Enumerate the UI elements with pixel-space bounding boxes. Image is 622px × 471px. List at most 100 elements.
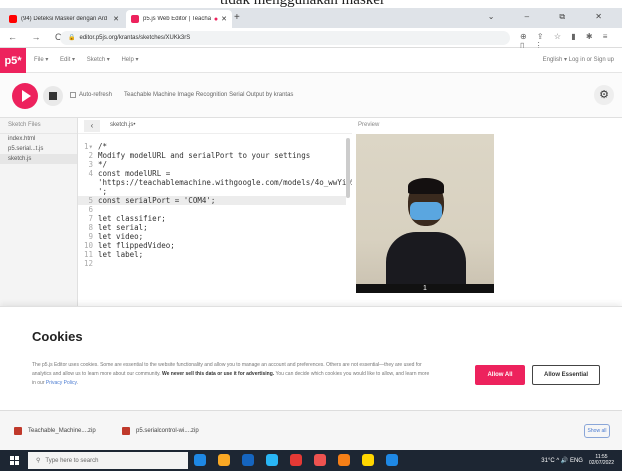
cookie-title: Cookies	[32, 329, 83, 344]
p5-nav: p5* File ▾ Edit ▾ Sketch ▾ Help ▾ Englis…	[0, 48, 622, 73]
code-line[interactable]: 5 const serialPort = 'COM4';	[78, 196, 346, 205]
menu-edit[interactable]: Edit ▾	[60, 57, 75, 63]
top-caption: tidak menggunakan masker	[0, 0, 622, 8]
show-all-button[interactable]: Show all	[584, 424, 610, 438]
auto-refresh-toggle[interactable]: Auto-refresh	[70, 92, 112, 98]
code-line[interactable]: 1▾ /*	[78, 142, 346, 151]
close-icon[interactable]: ✕	[113, 15, 119, 23]
code-text: /*	[98, 142, 108, 151]
file-item[interactable]: index.html	[0, 134, 77, 144]
windows-start-icon[interactable]	[10, 456, 19, 465]
code-line[interactable]: 12	[78, 259, 346, 268]
preview-header: Preview	[358, 122, 380, 128]
file-item[interactable]: p5.serial...t.js	[0, 144, 77, 154]
editor-scrollbar[interactable]	[346, 138, 350, 198]
taskbar-app-icon[interactable]	[386, 454, 398, 466]
browser-tabbar: (94) Deteksi Masker dengan Ard ✕ p5.js W…	[0, 8, 622, 28]
code-line[interactable]: 10 let flippedVideo;	[78, 241, 346, 250]
code-area[interactable]: 1▾ /* 2 Modify modelURL and serialPort to y…	[78, 142, 360, 268]
tab-youtube[interactable]: (94) Deteksi Masker dengan Ard ✕	[4, 10, 124, 28]
tab-title: p5.js Web Editor | Teachabl	[143, 16, 211, 22]
download-item[interactable]: p5.serialcontrol-wi....zip	[122, 427, 199, 435]
code-line[interactable]: 9 let video;	[78, 232, 346, 241]
taskbar-app-icon[interactable]	[242, 454, 254, 466]
play-button[interactable]	[12, 83, 38, 109]
url-field[interactable]: 🔒 editor.p5js.org/krantas/sketches/XUKk3r…	[60, 31, 510, 45]
tray-icons[interactable]: 31°C ^ 🔊 ENG	[541, 457, 583, 464]
search-placeholder: Type here to search	[45, 457, 99, 464]
line-number: 12	[83, 259, 93, 268]
navigation-buttons[interactable]: ← → C	[8, 32, 68, 42]
p5-logo[interactable]: p5*	[0, 48, 26, 73]
code-line[interactable]: 4 const modelURL =	[78, 169, 346, 178]
line-number: 4	[88, 169, 93, 178]
gear-icon[interactable]: ⚙	[594, 85, 614, 105]
line-number: 2	[88, 151, 93, 160]
recording-icon: ●	[213, 15, 219, 23]
menu-sketch[interactable]: Sketch ▾	[87, 57, 110, 63]
download-item[interactable]: Teachable_Machine....zip	[14, 427, 96, 435]
system-tray[interactable]: 31°C ^ 🔊 ENG 11:55 02/07/2022	[541, 454, 614, 466]
code-line[interactable]: 'https://teachablemachine.withgoogle.com…	[78, 178, 360, 187]
menu-help[interactable]: Help ▾	[121, 57, 138, 63]
cookie-text-bold: We never sell this data or use it for ad…	[161, 371, 275, 377]
line-number: 7	[88, 214, 93, 223]
code-line[interactable]: ';	[78, 187, 346, 196]
stop-button[interactable]	[43, 86, 63, 106]
code-line[interactable]: 7 let classifier;	[78, 214, 346, 223]
editor-filename: sketch.js•	[110, 122, 136, 128]
auto-refresh-checkbox[interactable]	[70, 92, 76, 98]
tab-p5-editor[interactable]: p5.js Web Editor | Teachabl ● ✕	[126, 10, 232, 28]
code-text: let flippedVideo;	[98, 241, 175, 250]
search-icon: ⚲	[36, 458, 41, 464]
webcam-video	[356, 134, 494, 284]
allow-all-button[interactable]: Allow All	[475, 365, 525, 385]
tab-title: (94) Deteksi Masker dengan Ard	[21, 16, 108, 22]
taskbar-app-icon[interactable]	[362, 454, 374, 466]
p5-toolbar: Auto-refresh Teachable Machine Image Rec…	[0, 73, 622, 118]
code-text: */	[98, 160, 108, 169]
allow-essential-button[interactable]: Allow Essential	[532, 365, 600, 385]
code-line[interactable]: 3 */	[78, 160, 346, 169]
youtube-icon	[9, 15, 17, 23]
cookie-text: The p5.js Editor uses cookies. Some are …	[32, 361, 432, 388]
code-editor[interactable]: ‹ sketch.js• 1▾ /* 2 Modify modelURL and se…	[78, 118, 360, 306]
taskbar-app-icon[interactable]	[218, 454, 230, 466]
line-number: 6	[88, 205, 93, 214]
code-line[interactable]: 2 Modify modelURL and serialPort to your …	[78, 151, 346, 160]
menu-file[interactable]: File ▾	[34, 57, 48, 63]
privacy-policy-link[interactable]: Privacy Policy	[46, 380, 77, 386]
code-text: Modify modelURL and serialPort to your s…	[98, 151, 311, 160]
taskbar-app-icon[interactable]	[194, 454, 206, 466]
taskbar-apps	[194, 454, 410, 466]
window-controls[interactable]: ⌄ – ⧉ ✕	[488, 12, 616, 22]
p5-menu: File ▾ Edit ▾ Sketch ▾ Help ▾	[34, 56, 148, 63]
downloads-bar: Teachable_Machine....zip p5.serialcontro…	[0, 410, 622, 450]
line-number: 10	[83, 241, 93, 250]
line-number	[78, 178, 98, 187]
face-mask	[410, 202, 442, 220]
collapse-sidebar-button[interactable]: ‹	[84, 120, 100, 132]
sketch-title[interactable]: Teachable Machine Image Recognition Seri…	[124, 92, 293, 98]
code-line[interactable]: 8 let serial;	[78, 223, 346, 232]
download-name: Teachable_Machine....zip	[28, 428, 96, 434]
account-links[interactable]: English ▾ Log in or Sign up	[543, 56, 614, 63]
cookie-text-3: .	[76, 380, 79, 386]
code-text: let classifier;	[98, 214, 166, 223]
taskbar-search[interactable]: ⚲ Type here to search	[28, 452, 188, 469]
line-number	[78, 187, 98, 196]
taskbar-app-icon[interactable]	[314, 454, 326, 466]
taskbar-app-icon[interactable]	[338, 454, 350, 466]
person-image	[386, 174, 466, 284]
close-icon[interactable]: ✕	[221, 15, 227, 23]
code-line[interactable]: 11 let label;	[78, 250, 346, 259]
clock[interactable]: 11:55 02/07/2022	[589, 454, 614, 466]
preview-pane: Preview 1	[352, 118, 622, 306]
classification-label: 1	[356, 284, 494, 293]
new-tab-button[interactable]: +	[234, 12, 240, 23]
taskbar-app-icon[interactable]	[266, 454, 278, 466]
file-item[interactable]: sketch.js	[0, 154, 77, 164]
line-number: 3	[88, 160, 93, 169]
code-line[interactable]: 6	[78, 205, 346, 214]
taskbar-app-icon[interactable]	[290, 454, 302, 466]
